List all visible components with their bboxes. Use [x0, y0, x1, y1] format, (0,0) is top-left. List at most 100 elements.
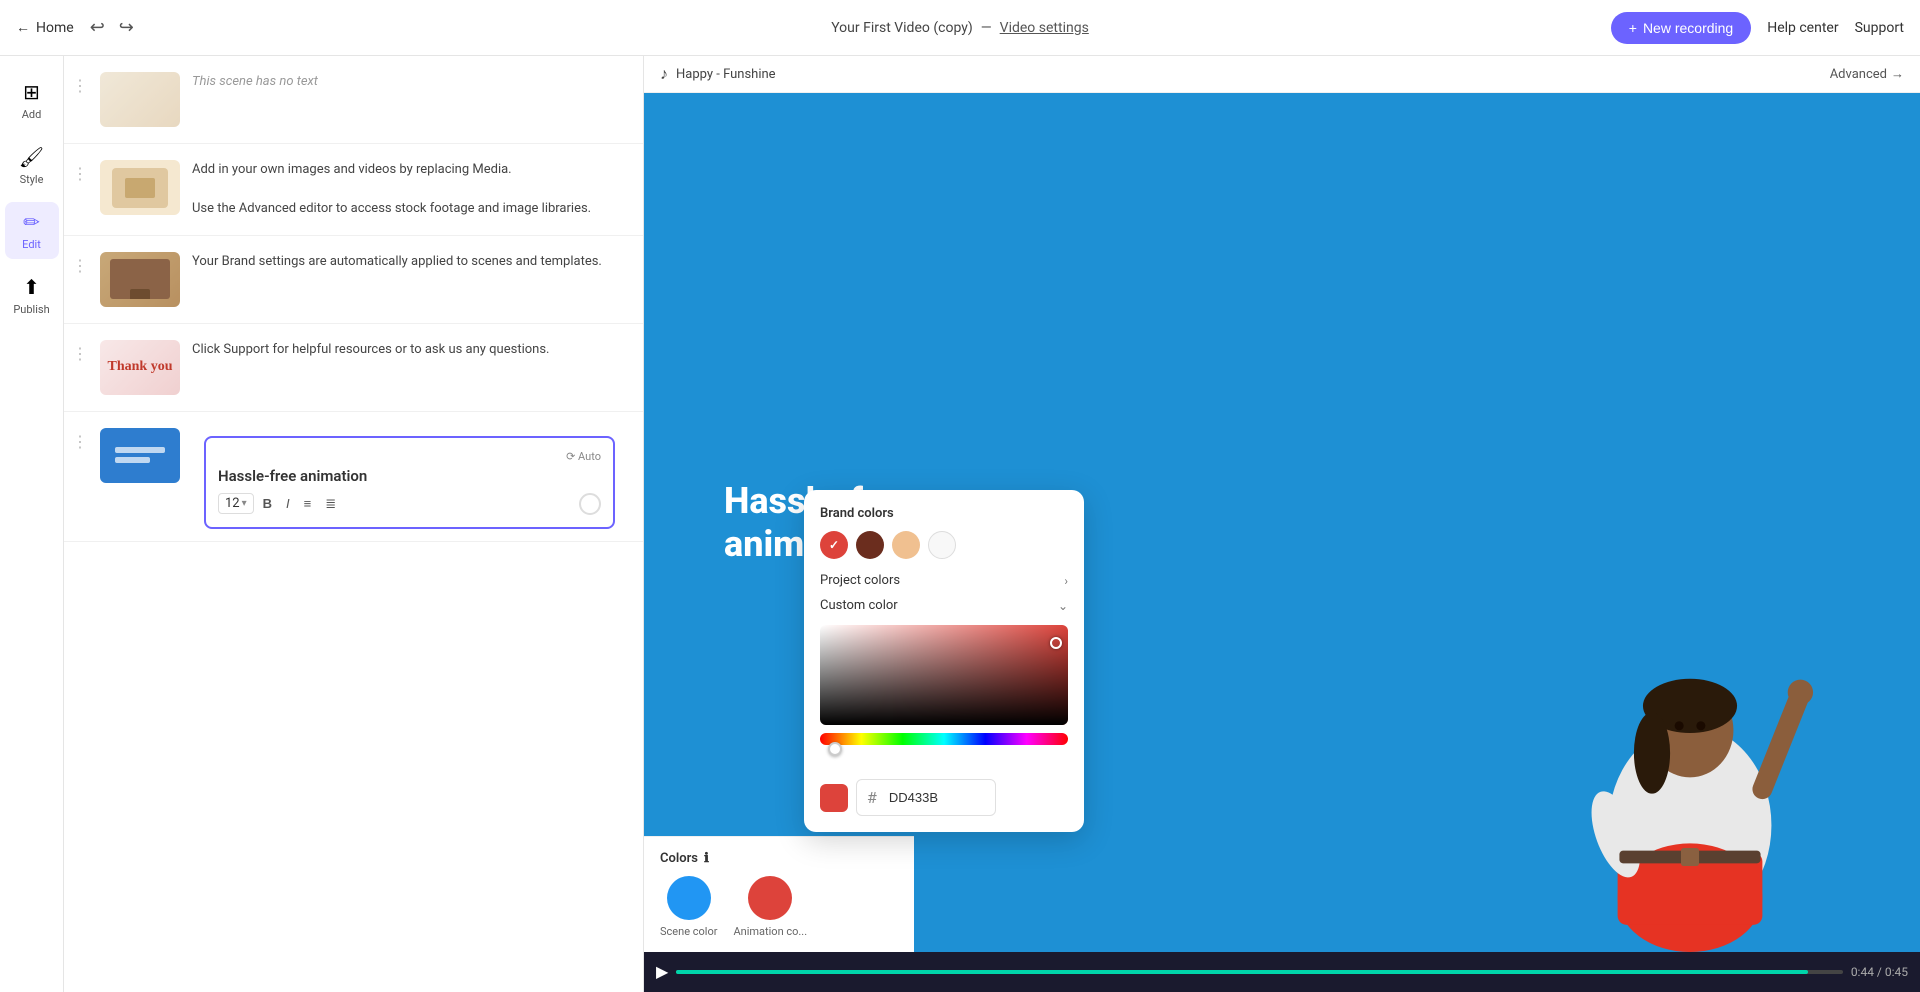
- sidebar-item-publish[interactable]: ⬆ Publish: [5, 267, 59, 324]
- brand-color-swatch-1[interactable]: [820, 531, 848, 559]
- scene-thumbnail-5: [100, 428, 180, 483]
- no-text-label: This scene has no text: [192, 74, 318, 89]
- colors-row: Scene color Animation co...: [660, 876, 898, 938]
- scene-text-4: Click Support for helpful resources or t…: [192, 340, 627, 360]
- text-style-circle-button[interactable]: [579, 493, 601, 515]
- brand-color-swatch-2[interactable]: [856, 531, 884, 559]
- sidebar-item-add[interactable]: ⊞ Add: [5, 72, 59, 129]
- style-icon: 🖌: [19, 145, 44, 169]
- sidebar-item-publish-label: Publish: [13, 303, 49, 316]
- scene-item-1[interactable]: ⋮ This scene has no text: [64, 56, 643, 144]
- scene-drag-handle-5[interactable]: ⋮: [72, 428, 88, 451]
- scene-item-5[interactable]: ⋮ ⟳ Auto Hassle-free animation: [64, 412, 643, 542]
- plus-icon: +: [1629, 20, 1637, 36]
- video-title: Your First Video (copy): [831, 20, 973, 36]
- hash-symbol: #: [867, 788, 877, 807]
- project-colors-row[interactable]: Project colors ›: [820, 573, 1068, 588]
- home-button[interactable]: ← Home: [16, 19, 74, 36]
- hex-row: #: [820, 779, 1068, 816]
- project-colors-label: Project colors: [820, 573, 900, 588]
- advanced-link[interactable]: Advanced →: [1830, 66, 1904, 82]
- gradient-cursor: [1050, 637, 1062, 649]
- scene-item-4[interactable]: ⋮ Thank you Click Support for helpful re…: [64, 324, 643, 412]
- redo-button[interactable]: ↪: [115, 13, 138, 42]
- home-label: Home: [36, 20, 74, 36]
- italic-button[interactable]: I: [281, 493, 295, 514]
- scene-item-3[interactable]: ⋮ Your Brand settings are automatically …: [64, 236, 643, 324]
- scene-thumbnail-1: [100, 72, 180, 127]
- bold-button[interactable]: B: [258, 493, 277, 514]
- title-separator: —: [981, 20, 992, 36]
- scene-drag-handle-1[interactable]: ⋮: [72, 72, 88, 95]
- scene-drag-handle-4[interactable]: ⋮: [72, 340, 88, 363]
- chevron-down-icon: ▾: [242, 498, 247, 509]
- music-info: ♪ Happy - Funshine: [660, 64, 776, 84]
- spectrum-thumb: [828, 742, 842, 756]
- undo-redo-group: ↩ ↪: [86, 13, 138, 42]
- scene-item-2[interactable]: ⋮ Add in your own images and videos by r…: [64, 144, 643, 236]
- brand-colors-title: Brand colors: [820, 506, 1068, 521]
- right-panel: ♪ Happy - Funshine Advanced → Hassle-fre…: [644, 56, 1920, 992]
- scene-thumbnail-4: Thank you: [100, 340, 180, 395]
- scene-drag-handle-2[interactable]: ⋮: [72, 160, 88, 183]
- video-settings-link[interactable]: Video settings: [1000, 20, 1089, 36]
- scene-thumbnail-3: [100, 252, 180, 307]
- support-link[interactable]: Support: [1855, 20, 1904, 36]
- scene-text-1: This scene has no text: [192, 72, 627, 92]
- publish-icon: ⬆: [23, 275, 40, 299]
- progress-bar[interactable]: [676, 970, 1843, 974]
- topbar-center: Your First Video (copy) — Video settings: [831, 20, 1089, 36]
- scene-color-swatch[interactable]: [667, 876, 711, 920]
- advanced-arrow-icon: →: [1891, 66, 1904, 82]
- text-editor-title[interactable]: Hassle-free animation: [218, 467, 601, 485]
- music-bar: ♪ Happy - Funshine Advanced →: [644, 56, 1920, 93]
- scene-panel: ⋮ This scene has no text ⋮: [64, 56, 644, 992]
- topbar-right: + New recording Help center Support: [1611, 12, 1904, 44]
- scene-thumbnail-2: [100, 160, 180, 215]
- scene-color-item: Scene color: [660, 876, 717, 938]
- sidebar-item-style[interactable]: 🖌 Style: [5, 137, 59, 194]
- custom-color-row[interactable]: Custom color ⌄: [820, 598, 1068, 613]
- font-size-selector[interactable]: 12 ▾: [218, 493, 254, 514]
- progress-fill: [676, 970, 1808, 974]
- character-figure: [1540, 572, 1840, 952]
- text-editor-card: ⟳ Auto Hassle-free animation 12 ▾ B I ≡ …: [204, 436, 615, 529]
- colors-section-title: Colors ℹ: [660, 851, 898, 866]
- play-button[interactable]: ▶: [656, 962, 668, 982]
- new-recording-label: New recording: [1643, 20, 1733, 36]
- edit-icon: ✏: [23, 210, 40, 234]
- scene-drag-handle-3[interactable]: ⋮: [72, 252, 88, 275]
- advanced-label: Advanced: [1830, 67, 1887, 82]
- colors-section: Colors ℹ Scene color Animation co...: [644, 836, 914, 952]
- sidebar-item-edit[interactable]: ✏ Edit: [5, 202, 59, 259]
- help-center-link[interactable]: Help center: [1767, 20, 1838, 36]
- icon-sidebar: ⊞ Add 🖌 Style ✏ Edit ⬆ Publish: [0, 56, 64, 992]
- topbar: ← Home ↩ ↪ Your First Video (copy) — Vid…: [0, 0, 1920, 56]
- scene-text-2: Add in your own images and videos by rep…: [192, 160, 627, 219]
- animation-color-label: Animation co...: [733, 925, 807, 938]
- add-icon: ⊞: [23, 80, 40, 104]
- info-icon: ℹ: [704, 851, 709, 866]
- undo-button[interactable]: ↩: [86, 13, 109, 42]
- music-icon: ♪: [660, 64, 668, 84]
- chevron-right-icon: ›: [1064, 574, 1068, 588]
- music-track: Happy - Funshine: [676, 67, 776, 82]
- spectrum-bar[interactable]: [820, 733, 1068, 745]
- color-popup: Brand colors Project colors › Custom col…: [804, 490, 1084, 832]
- video-preview: Hassle-free animation: [644, 93, 1920, 952]
- unordered-list-button[interactable]: ≡: [299, 493, 317, 514]
- scene-text-3: Your Brand settings are automatically ap…: [192, 252, 627, 272]
- gradient-color-picker[interactable]: [820, 625, 1068, 725]
- brand-color-swatch-4[interactable]: [928, 531, 956, 559]
- topbar-left: ← Home ↩ ↪: [16, 13, 138, 42]
- ordered-list-button[interactable]: ≣: [320, 493, 341, 515]
- video-area: Hassle-free animation: [644, 93, 1920, 992]
- animation-color-swatch[interactable]: [748, 876, 792, 920]
- new-recording-button[interactable]: + New recording: [1611, 12, 1751, 44]
- hex-input-field[interactable]: [879, 785, 979, 810]
- sidebar-item-edit-label: Edit: [22, 238, 41, 251]
- custom-color-label: Custom color: [820, 598, 898, 613]
- brand-color-swatch-3[interactable]: [892, 531, 920, 559]
- text-editor-toolbar: 12 ▾ B I ≡ ≣: [218, 493, 601, 515]
- main-layout: ⊞ Add 🖌 Style ✏ Edit ⬆ Publish ⋮: [0, 56, 1920, 992]
